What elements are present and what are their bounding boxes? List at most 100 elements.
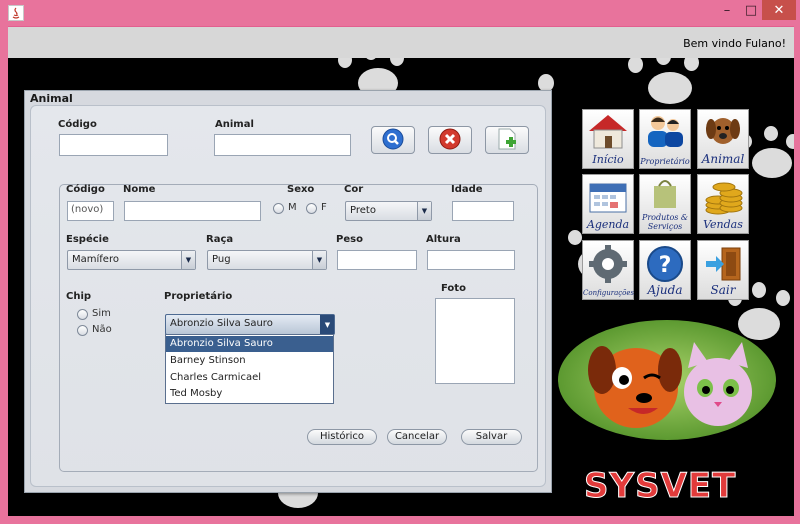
peso-input[interactable] xyxy=(337,250,417,270)
menu-label: Animal xyxy=(701,152,745,166)
sysvet-mascot-logo xyxy=(558,320,776,440)
search-codigo-input[interactable] xyxy=(59,134,168,156)
delete-button[interactable] xyxy=(428,126,472,154)
menu-label: Ajuda xyxy=(647,283,683,297)
new-button[interactable] xyxy=(485,126,529,154)
menu-button-vendas[interactable]: Vendas xyxy=(697,174,749,234)
welcome-text: Bem vindo Fulano! xyxy=(683,37,786,50)
sexo-m-radio[interactable] xyxy=(273,203,284,214)
foto-label: Foto xyxy=(441,283,466,294)
sexo-m-label: M xyxy=(288,202,297,213)
altura-label: Altura xyxy=(426,234,461,245)
foto-image-box[interactable] xyxy=(435,298,515,384)
animal-frame-body: Código Animal Código (novo) Nome Sexo M xyxy=(30,105,546,487)
help-icon: ? xyxy=(642,244,688,287)
proprietario-dropdown-list: Abronzio Silva Sauro Barney Stinson Char… xyxy=(165,334,334,404)
menu-button-configuracoes[interactable]: Configurações xyxy=(582,240,634,300)
people-icon xyxy=(642,113,688,154)
proprietario-select-value: Abronzio Silva Sauro xyxy=(170,318,273,329)
top-bar: Bem vindo Fulano! xyxy=(8,27,794,59)
animal-internal-frame: Animal Código Animal Código (novo) Nome xyxy=(24,90,552,493)
search-codigo-label: Código xyxy=(58,119,97,130)
chip-label: Chip xyxy=(66,291,92,302)
sexo-label: Sexo xyxy=(287,184,315,195)
search-animal-input[interactable] xyxy=(214,134,351,156)
codigo-label: Código xyxy=(66,184,105,195)
search-animal-label: Animal xyxy=(215,119,254,130)
gear-icon xyxy=(585,244,631,287)
chevron-down-icon: ▼ xyxy=(312,251,326,269)
dog-icon xyxy=(700,113,746,154)
new-document-icon xyxy=(496,128,518,153)
search-button[interactable] xyxy=(371,126,415,154)
window-frame-left xyxy=(0,26,8,524)
dropdown-option[interactable]: Charles Carmicael xyxy=(166,370,333,386)
codigo-field[interactable]: (novo) xyxy=(67,201,114,221)
especie-select[interactable]: Mamífero ▼ xyxy=(67,250,196,270)
historico-button[interactable]: Histórico xyxy=(307,429,377,445)
cor-select[interactable]: Preto ▼ xyxy=(345,201,432,221)
menu-button-sair[interactable]: Sair xyxy=(697,240,749,300)
shopping-bag-icon xyxy=(642,178,688,211)
salvar-button[interactable]: Salvar xyxy=(461,429,522,445)
cor-select-value: Preto xyxy=(350,205,376,216)
dropdown-option[interactable]: Abronzio Silva Sauro xyxy=(166,336,333,352)
chevron-down-icon: ▼ xyxy=(417,202,431,220)
window-frame-bottom xyxy=(0,516,800,524)
menu-label: Agenda xyxy=(586,218,630,231)
nome-input[interactable] xyxy=(124,201,261,221)
logo-wordmark: SYSVET xyxy=(583,466,737,507)
especie-label: Espécie xyxy=(66,234,109,245)
window-frame-right xyxy=(794,26,800,524)
cor-label: Cor xyxy=(344,184,364,195)
raca-select-value: Pug xyxy=(212,254,231,265)
chevron-down-icon: ▼ xyxy=(320,315,334,334)
sexo-f-radio[interactable] xyxy=(306,203,317,214)
frame-title: Animal xyxy=(30,92,73,105)
maximize-button[interactable]: □ xyxy=(740,0,762,20)
proprietario-select[interactable]: Abronzio Silva Sauro ▼ xyxy=(165,314,335,335)
raca-label: Raça xyxy=(206,234,234,245)
menu-button-proprietario[interactable]: Proprietário xyxy=(639,109,691,169)
dropdown-option[interactable]: Barney Stinson xyxy=(166,353,333,369)
menu-button-animal[interactable]: Animal xyxy=(697,109,749,169)
coins-icon xyxy=(700,178,746,219)
window-titlebar xyxy=(0,0,800,26)
menu-label: Vendas xyxy=(703,218,743,231)
magnifier-icon xyxy=(382,128,404,153)
chip-sim-label: Sim xyxy=(92,308,111,319)
menu-button-inicio[interactable]: Início xyxy=(582,109,634,169)
chip-nao-radio[interactable] xyxy=(77,325,88,336)
animal-frame-titlebar[interactable]: Animal xyxy=(25,91,551,105)
svg-text:?: ? xyxy=(659,253,672,278)
java-app-icon xyxy=(8,5,24,21)
chevron-down-icon: ▼ xyxy=(181,251,195,269)
nome-label: Nome xyxy=(123,184,156,195)
cancelar-button[interactable]: Cancelar xyxy=(387,429,447,445)
sexo-f-label: F xyxy=(321,202,327,213)
raca-select[interactable]: Pug ▼ xyxy=(207,250,327,270)
menu-label: Início xyxy=(592,153,624,166)
delete-x-icon xyxy=(439,128,461,153)
minimize-button[interactable]: – xyxy=(714,0,740,20)
idade-input[interactable] xyxy=(452,201,514,221)
close-button[interactable]: ✕ xyxy=(762,0,796,20)
menu-button-produtos-servicos[interactable]: Produtos & Serviços xyxy=(639,174,691,234)
menu-label: Proprietário xyxy=(640,157,690,166)
proprietario-label: Proprietário xyxy=(164,291,233,302)
exit-door-icon xyxy=(700,244,746,287)
idade-label: Idade xyxy=(451,184,483,195)
menu-button-agenda[interactable]: Agenda xyxy=(582,174,634,234)
altura-input[interactable] xyxy=(427,250,515,270)
sysvet-logo-text: SYSVET xyxy=(583,466,735,507)
house-icon xyxy=(585,113,631,154)
peso-label: Peso xyxy=(336,234,363,245)
chip-sim-radio[interactable] xyxy=(77,309,88,320)
dropdown-option[interactable]: Ted Mosby xyxy=(166,386,333,402)
menu-button-ajuda[interactable]: ? Ajuda xyxy=(639,240,691,300)
menu-label: Produtos & Serviços xyxy=(641,213,689,231)
chip-nao-label: Não xyxy=(92,324,112,335)
calendar-icon xyxy=(585,178,631,219)
menu-label: Sair xyxy=(710,283,736,297)
especie-select-value: Mamífero xyxy=(72,254,119,265)
